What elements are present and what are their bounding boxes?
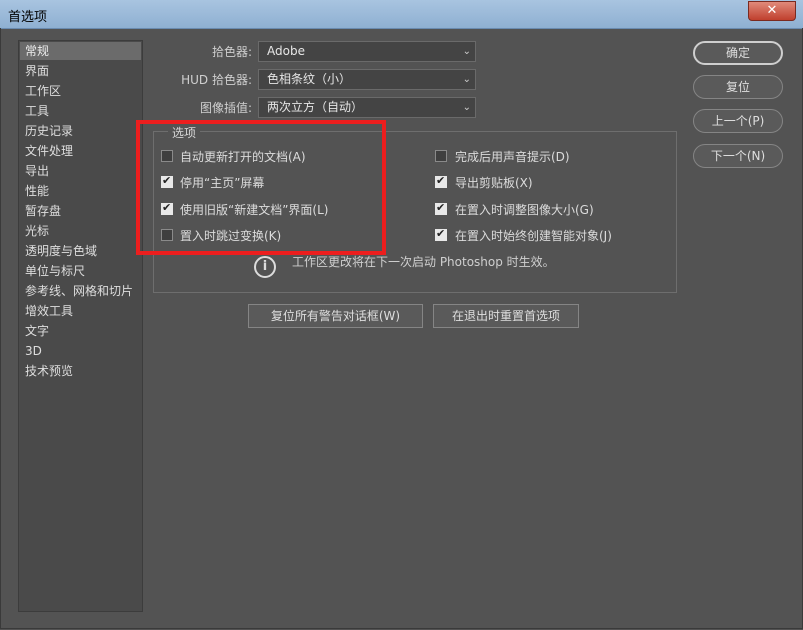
sidebar-item-scratch-disks[interactable]: 暂存盘 xyxy=(20,202,141,220)
beep-when-done-label: 完成后用声音提示(D) xyxy=(455,150,570,164)
sidebar-item-file-handling[interactable]: 文件处理 xyxy=(20,142,141,160)
image-interpolation-value: 两次立方（自动） xyxy=(267,100,364,114)
resize-on-place-label: 在置入时调整图像大小(G) xyxy=(455,203,594,217)
sidebar-item-tech-preview[interactable]: 技术预览 xyxy=(20,362,141,380)
beep-when-done-checkbox[interactable] xyxy=(435,150,447,162)
hud-color-picker-select[interactable]: 色相条纹（小） ⌄ xyxy=(258,69,476,90)
sidebar-item-performance[interactable]: 性能 xyxy=(20,182,141,200)
sidebar-item-guides-grid[interactable]: 参考线、网格和切片 xyxy=(20,282,141,300)
sidebar-item-type[interactable]: 文字 xyxy=(20,322,141,340)
sidebar-item-transparency[interactable]: 透明度与色域 xyxy=(20,242,141,260)
sidebar-item-3d[interactable]: 3D xyxy=(20,342,141,360)
sidebar-item-units-rulers[interactable]: 单位与标尺 xyxy=(20,262,141,280)
export-clipboard-label: 导出剪贴板(X) xyxy=(455,176,533,190)
close-button[interactable]: ✕ xyxy=(748,1,796,21)
sidebar-item-workspace[interactable]: 工作区 xyxy=(20,82,141,100)
hud-color-picker-value: 色相条纹（小） xyxy=(267,72,352,86)
color-picker-value: Adobe xyxy=(267,44,305,58)
category-sidebar: 常规 界面 工作区 工具 历史记录 文件处理 导出 性能 暂存盘 光标 透明度与… xyxy=(18,40,143,612)
reset-button[interactable]: 复位 xyxy=(693,75,783,99)
smart-object-on-place-checkbox[interactable] xyxy=(435,227,447,241)
export-clipboard-checkbox[interactable] xyxy=(435,174,447,188)
color-picker-select[interactable]: Adobe ⌄ xyxy=(258,41,476,62)
sidebar-item-history[interactable]: 历史记录 xyxy=(20,122,141,140)
hud-color-picker-label: HUD 拾色器: xyxy=(181,73,252,87)
workspace-info-text: 工作区更改将在下一次启动 Photoshop 时生效。 xyxy=(292,255,555,269)
info-icon: i xyxy=(254,256,276,278)
sidebar-item-cursors[interactable]: 光标 xyxy=(20,222,141,240)
next-button[interactable]: 下一个(N) xyxy=(693,144,783,168)
image-interpolation-label: 图像插值: xyxy=(199,101,252,115)
title-bar: 首选项 ✕ xyxy=(0,0,803,29)
color-picker-label: 拾色器: xyxy=(211,45,252,59)
resize-on-place-checkbox[interactable] xyxy=(435,201,447,215)
reset-prefs-on-quit-button[interactable]: 在退出时重置首选项 xyxy=(433,304,579,328)
highlight-annotation-box xyxy=(136,120,386,255)
ok-button[interactable]: 确定 xyxy=(693,41,783,65)
sidebar-item-tools[interactable]: 工具 xyxy=(20,102,141,120)
sidebar-item-plugins[interactable]: 增效工具 xyxy=(20,302,141,320)
window-title: 首选项 xyxy=(8,10,48,25)
chevron-down-icon: ⌄ xyxy=(462,102,471,113)
smart-object-on-place-label: 在置入时始终创建智能对象(J) xyxy=(455,229,612,243)
chevron-down-icon: ⌄ xyxy=(462,74,471,85)
sidebar-item-interface[interactable]: 界面 xyxy=(20,62,141,80)
image-interpolation-select[interactable]: 两次立方（自动） ⌄ xyxy=(258,97,476,118)
sidebar-item-export[interactable]: 导出 xyxy=(20,162,141,180)
previous-button[interactable]: 上一个(P) xyxy=(693,109,783,133)
reset-warnings-button[interactable]: 复位所有警告对话框(W) xyxy=(248,304,423,328)
chevron-down-icon: ⌄ xyxy=(462,46,471,57)
sidebar-item-general[interactable]: 常规 xyxy=(20,42,141,60)
